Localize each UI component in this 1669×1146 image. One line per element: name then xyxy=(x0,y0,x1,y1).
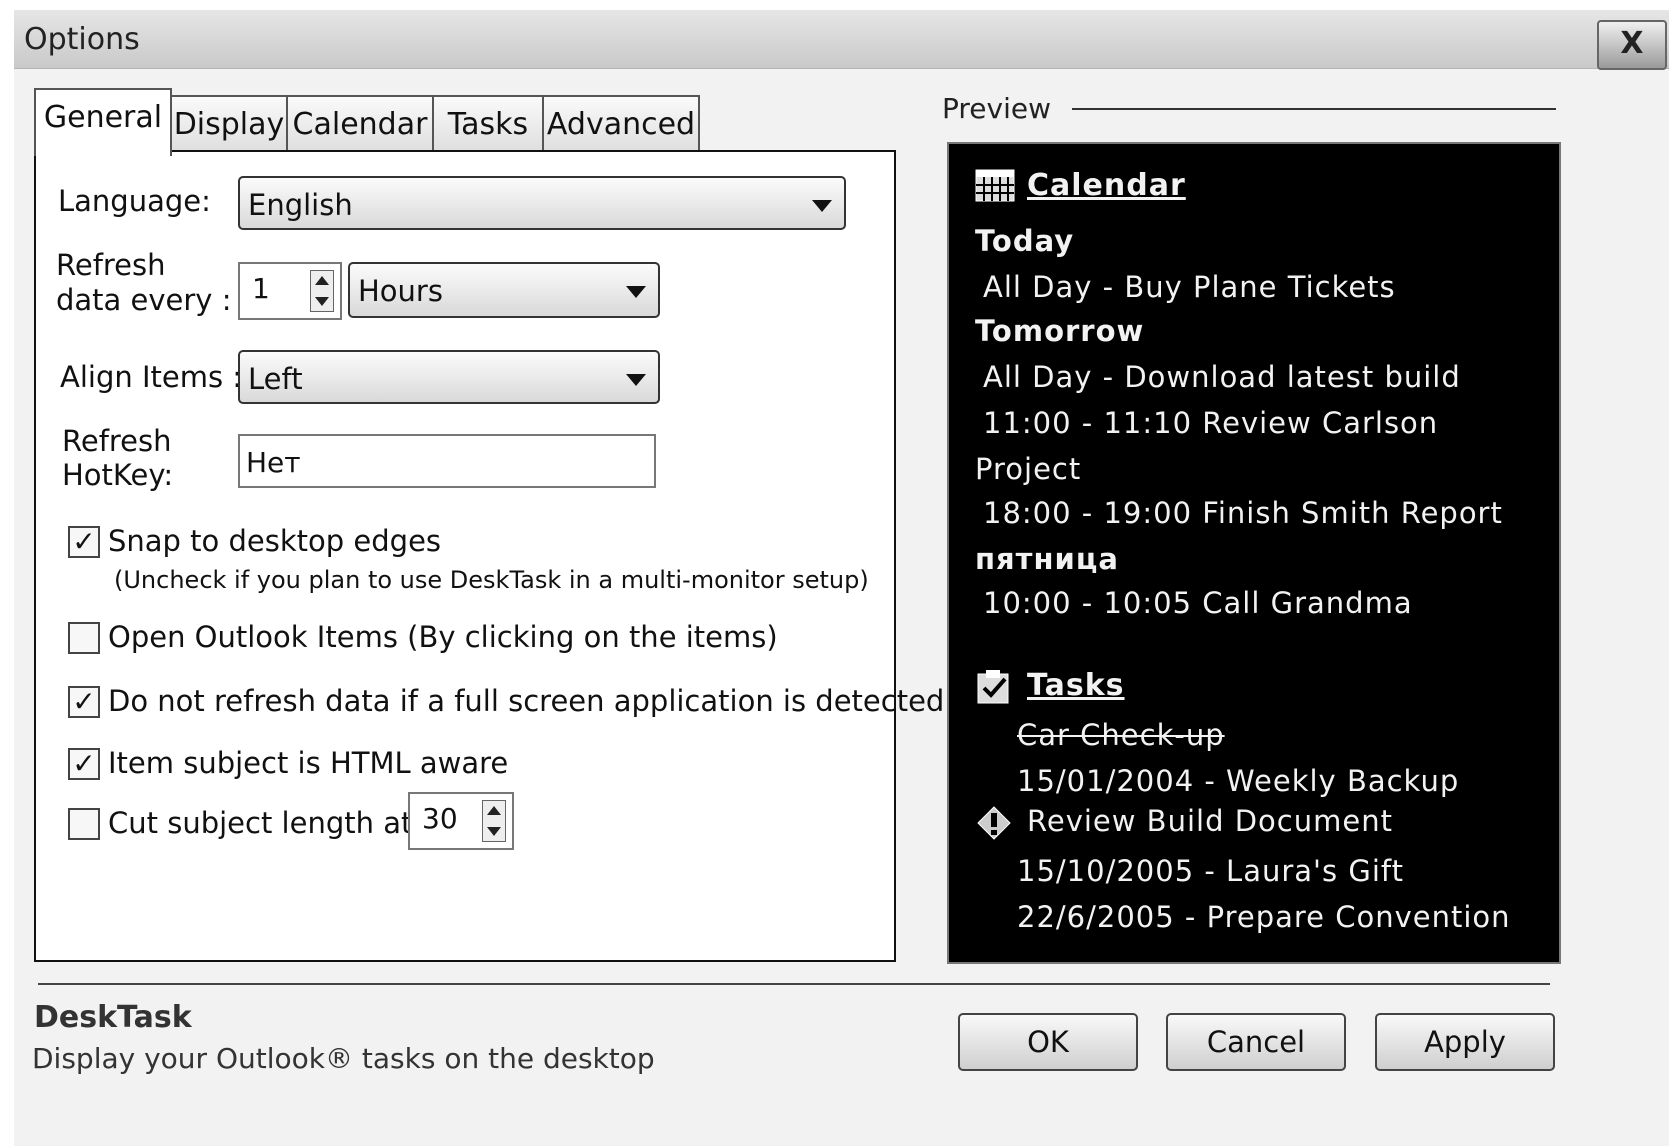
today-heading: Today xyxy=(975,224,1075,258)
tab-display[interactable]: Display xyxy=(170,95,288,153)
general-panel: Language: English Refresh data every : 1… xyxy=(34,150,944,962)
task-item: 22/6/2005 - Prepare Convention xyxy=(1017,900,1511,934)
preview-label: Preview xyxy=(942,92,1051,125)
no-refresh-checkbox[interactable]: ✓ xyxy=(68,686,100,718)
tab-general[interactable]: General xyxy=(34,88,172,156)
calendar-heading: Calendar xyxy=(1027,168,1186,203)
preview-divider xyxy=(1072,108,1556,110)
language-select[interactable]: English xyxy=(238,176,846,230)
preview-pane: Calendar Today All Day - Buy Plane Ticke… xyxy=(947,142,1561,964)
window-title: Options xyxy=(24,22,140,57)
snap-note: (Uncheck if you plan to use DeskTask in … xyxy=(114,566,869,594)
open-outlook-label: Open Outlook Items (By clicking on the i… xyxy=(108,620,778,654)
cut-subject-label: Cut subject length at: xyxy=(108,806,423,840)
language-value: English xyxy=(248,188,353,222)
stepper-buttons[interactable] xyxy=(482,800,506,842)
calendar-item: All Day - Download latest build xyxy=(983,360,1461,394)
calendar-item: 18:00 - 19:00 Finish Smith Report xyxy=(983,496,1503,530)
app-description: Display your Outlook® tasks on the deskt… xyxy=(32,1042,655,1075)
snap-checkbox[interactable]: ✓ xyxy=(68,526,100,558)
refresh-label-line1: Refresh xyxy=(56,248,166,282)
task-item: 15/01/2004 - Weekly Backup xyxy=(1017,764,1460,798)
stepper-up-icon[interactable] xyxy=(315,276,329,285)
task-item: Review Build Document xyxy=(1027,804,1393,838)
hotkey-input[interactable]: Нет xyxy=(238,434,656,488)
align-items-label: Align Items : xyxy=(60,360,243,394)
tomorrow-heading: Tomorrow xyxy=(975,314,1145,348)
refresh-unit-select[interactable]: Hours xyxy=(348,262,660,318)
html-aware-label: Item subject is HTML aware xyxy=(108,746,509,780)
tab-calendar[interactable]: Calendar xyxy=(286,95,434,153)
refresh-label-line2: data every : xyxy=(56,283,232,317)
calendar-item: All Day - Buy Plane Tickets xyxy=(983,270,1396,304)
refresh-interval-stepper[interactable]: 1 xyxy=(238,262,342,320)
tasks-icon xyxy=(975,668,1013,711)
chevron-down-icon xyxy=(812,200,832,212)
calendar-item: 11:00 - 11:10 Review Carlson xyxy=(983,406,1439,440)
tab-advanced[interactable]: Advanced xyxy=(542,95,700,153)
stepper-up-icon[interactable] xyxy=(487,806,501,815)
ok-button[interactable]: OK xyxy=(958,1013,1138,1071)
friday-heading: пятница xyxy=(975,542,1119,576)
stepper-down-icon[interactable] xyxy=(315,297,329,306)
cut-subject-checkbox[interactable] xyxy=(68,808,100,840)
task-item: 15/10/2005 - Laura's Gift xyxy=(1017,854,1404,888)
open-outlook-checkbox[interactable] xyxy=(68,622,100,654)
footer-divider xyxy=(38,983,1550,985)
hotkey-value: Нет xyxy=(246,446,301,479)
refresh-unit-value: Hours xyxy=(358,274,443,308)
cut-subject-value: 30 xyxy=(422,802,458,835)
hotkey-label-line2: HotKey: xyxy=(62,458,174,492)
close-button[interactable]: X xyxy=(1597,20,1667,70)
stepper-down-icon[interactable] xyxy=(487,827,501,836)
apply-button[interactable]: Apply xyxy=(1375,1013,1555,1071)
calendar-item-continued: Project xyxy=(975,452,1082,486)
chevron-down-icon xyxy=(626,374,646,386)
chevron-down-icon xyxy=(626,286,646,298)
app-name: DeskTask xyxy=(34,1000,192,1035)
refresh-interval-value: 1 xyxy=(252,272,270,305)
task-item: Car Check-up xyxy=(1017,718,1225,752)
stepper-buttons[interactable] xyxy=(310,270,334,312)
cancel-button[interactable]: Cancel xyxy=(1166,1013,1346,1071)
align-items-value: Left xyxy=(248,362,303,396)
tab-tasks[interactable]: Tasks xyxy=(432,95,544,153)
no-refresh-label: Do not refresh data if a full screen app… xyxy=(108,684,945,718)
align-items-select[interactable]: Left xyxy=(238,350,660,404)
calendar-icon xyxy=(975,166,1015,209)
tasks-heading: Tasks xyxy=(1027,668,1125,703)
hotkey-label-line1: Refresh xyxy=(62,424,172,458)
priority-icon xyxy=(977,806,1011,847)
cut-subject-stepper[interactable]: 30 xyxy=(408,792,514,850)
language-label: Language: xyxy=(58,184,211,218)
html-aware-checkbox[interactable]: ✓ xyxy=(68,748,100,780)
snap-label: Snap to desktop edges xyxy=(108,524,442,558)
title-bar: Options X xyxy=(14,10,1669,70)
calendar-item: 10:00 - 10:05 Call Grandma xyxy=(983,586,1413,620)
